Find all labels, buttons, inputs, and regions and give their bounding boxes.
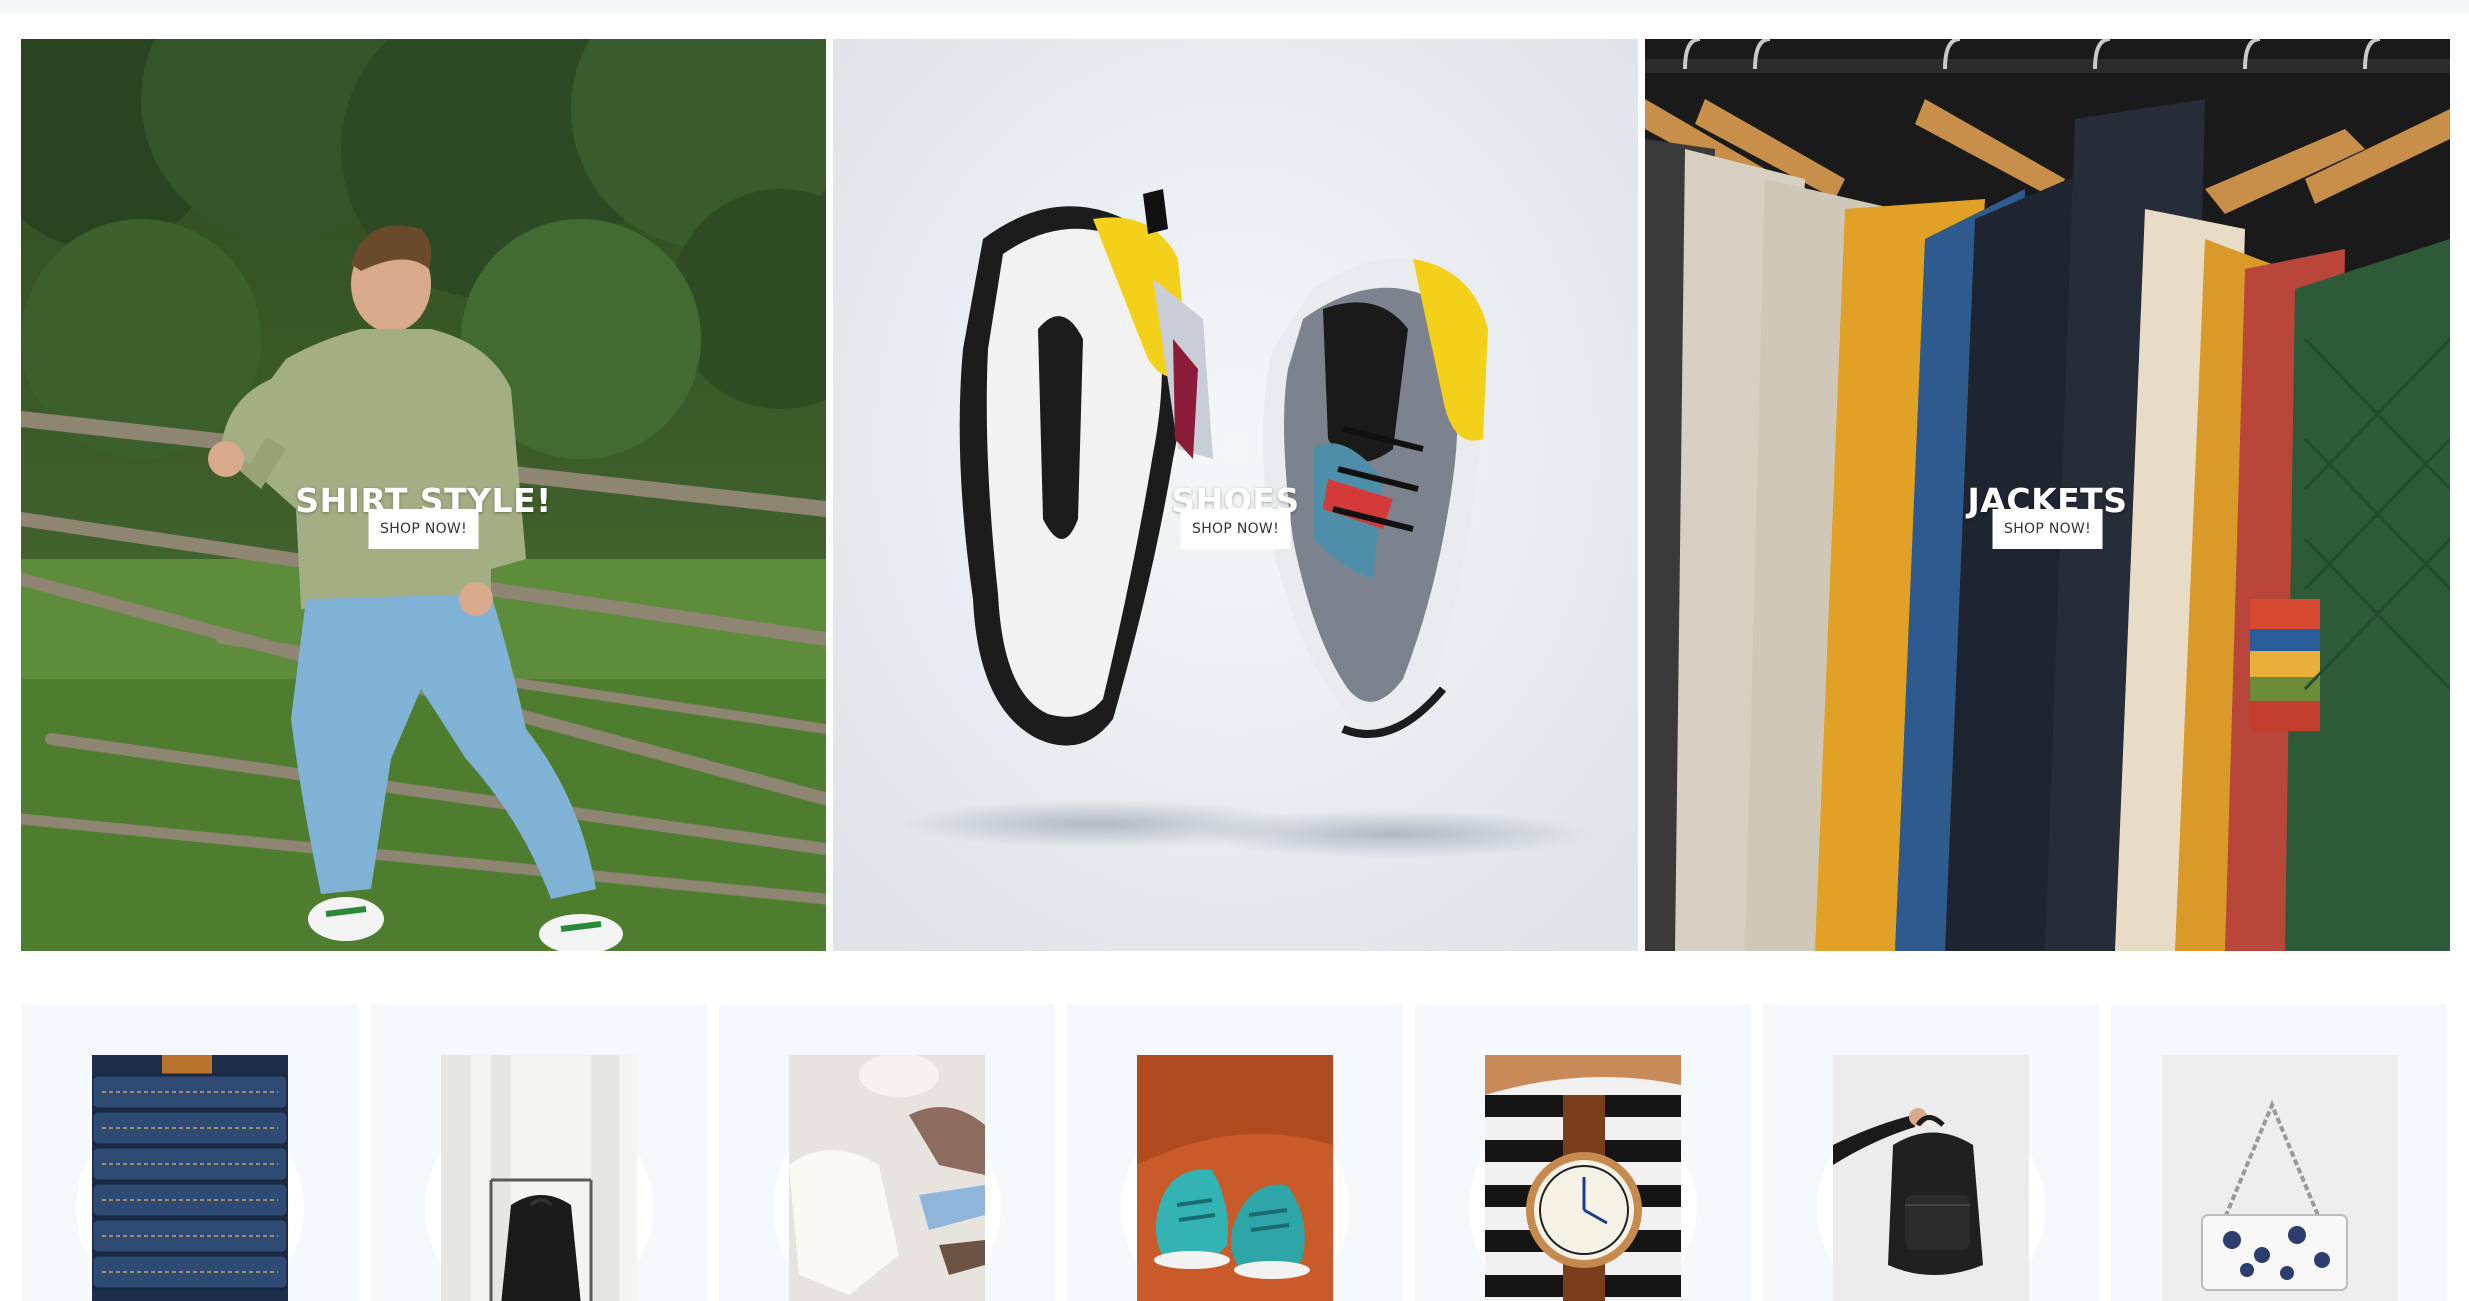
shop-now-button[interactable]: SHOP NOW! xyxy=(1992,509,2103,549)
category-card-bags[interactable] xyxy=(1763,1004,2099,1301)
top-strip xyxy=(0,0,2469,14)
clothes-rack-photo xyxy=(441,1055,637,1301)
category-card-kids-shoes[interactable] xyxy=(1067,1004,1403,1301)
category-card-clothes[interactable] xyxy=(371,1004,707,1301)
baby-clothes-photo xyxy=(789,1055,985,1301)
shop-now-button[interactable]: SHOP NOW! xyxy=(1180,509,1291,549)
kids-shoes-photo xyxy=(1137,1055,1333,1301)
banner-jackets[interactable]: JACKETS SHOP NOW! xyxy=(1645,39,2450,951)
wrist-watch-photo xyxy=(1485,1055,1681,1301)
handbag-photo xyxy=(2162,1055,2398,1301)
category-card-jeans[interactable] xyxy=(22,1004,358,1301)
category-card-handbags[interactable] xyxy=(2111,1004,2447,1301)
banner-shirt-style[interactable]: SHIRT STYLE! SHOP NOW! xyxy=(21,39,826,951)
category-card-baby[interactable] xyxy=(719,1004,1055,1301)
jeans-stack-photo xyxy=(92,1055,288,1301)
backpack-photo xyxy=(1833,1055,2029,1301)
category-card-watches[interactable] xyxy=(1415,1004,1751,1301)
banner-shoes[interactable]: SHOES SHOP NOW! xyxy=(833,39,1638,951)
shop-now-button[interactable]: SHOP NOW! xyxy=(368,509,479,549)
page: SHIRT STYLE! SHOP NOW! SHOES SHOP NOW! J… xyxy=(0,0,2469,1301)
